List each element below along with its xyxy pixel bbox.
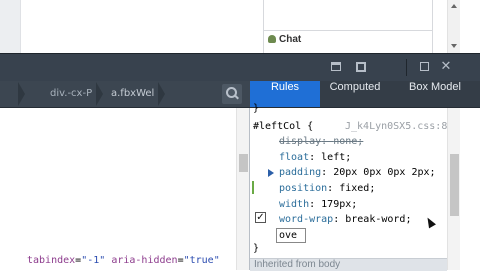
right-strip bbox=[460, 108, 480, 270]
3d-view-icon[interactable] bbox=[330, 61, 342, 73]
breadcrumb-item[interactable]: a.fbxWel bbox=[111, 88, 154, 99]
chat-sidebar: Chat bbox=[263, 0, 433, 53]
attribute-value: "true" bbox=[183, 255, 220, 266]
attribute-name: aria-hidden bbox=[111, 255, 178, 266]
chat-divider bbox=[264, 30, 432, 31]
rule-close-brace: } bbox=[253, 243, 260, 254]
tab-rules[interactable]: Rules bbox=[250, 81, 320, 107]
stylesheet-link[interactable]: J_k4Lyn0SX5.css:8 bbox=[345, 121, 447, 132]
crumb-separator bbox=[18, 82, 25, 106]
declaration-padding[interactable]: padding: 20px 0px 0px 2px; bbox=[279, 167, 436, 178]
crumb-separator bbox=[96, 82, 103, 106]
declaration-width[interactable]: width: 179px; bbox=[279, 199, 357, 210]
toolbar-separator bbox=[406, 59, 407, 76]
crumb-separator bbox=[158, 82, 165, 106]
declaration-float[interactable]: float: left; bbox=[279, 152, 351, 163]
property-name-editor[interactable]: ove bbox=[276, 228, 306, 243]
declaration-position[interactable]: position: fixed; bbox=[279, 183, 375, 194]
webpage-area: Chat bbox=[0, 0, 480, 53]
page-scrollbar[interactable] bbox=[447, 0, 460, 53]
tab-box-model[interactable]: Box Model bbox=[390, 81, 480, 107]
person-icon bbox=[268, 35, 276, 43]
declaration-word-wrap[interactable]: word-wrap: break-word; bbox=[279, 214, 411, 225]
breadcrumb-item[interactable]: div.-cx-P bbox=[50, 88, 92, 99]
search-button[interactable] bbox=[222, 84, 242, 104]
inherited-label: Inherited from body bbox=[254, 259, 341, 270]
declaration-display[interactable]: display: none; bbox=[279, 136, 363, 147]
rules-scrollbar[interactable] bbox=[447, 108, 461, 270]
scroll-thumb[interactable] bbox=[239, 154, 248, 172]
side-panel-tabs: Rules Computed Box Model bbox=[250, 81, 480, 108]
expand-triangle-icon[interactable] bbox=[268, 169, 274, 177]
breadcrumb: div.-cx-P a.fbxWel bbox=[0, 81, 250, 108]
responsive-mode-icon[interactable] bbox=[355, 61, 367, 73]
scroll-thumb[interactable] bbox=[450, 154, 459, 216]
devtools-toolbar: ✕ bbox=[0, 53, 480, 81]
changed-marker bbox=[252, 181, 254, 194]
chat-button[interactable]: Chat bbox=[268, 34, 301, 45]
rule-close-brace: } bbox=[253, 103, 260, 114]
markup-scrollbar[interactable] bbox=[236, 108, 250, 270]
markup-node-line[interactable]: tabindex="-1" aria-hidden="true" bbox=[27, 255, 220, 266]
close-icon[interactable]: ✕ bbox=[440, 60, 452, 73]
scroll-up-icon[interactable] bbox=[451, 4, 457, 8]
right-strip bbox=[460, 0, 480, 53]
scroll-down-icon[interactable] bbox=[451, 44, 457, 48]
tab-computed[interactable]: Computed bbox=[320, 81, 390, 107]
attribute-value: "-1" bbox=[81, 255, 106, 266]
chat-label: Chat bbox=[279, 34, 302, 45]
inherited-header: Inherited from body bbox=[250, 258, 447, 271]
markup-panel bbox=[0, 108, 236, 270]
attribute-name: tabindex bbox=[27, 255, 76, 266]
rule-selector[interactable]: #leftCol { bbox=[253, 121, 313, 132]
left-strip bbox=[0, 0, 21, 53]
declaration-checkbox[interactable]: ✓ bbox=[255, 212, 266, 223]
dock-icon[interactable] bbox=[419, 61, 431, 73]
